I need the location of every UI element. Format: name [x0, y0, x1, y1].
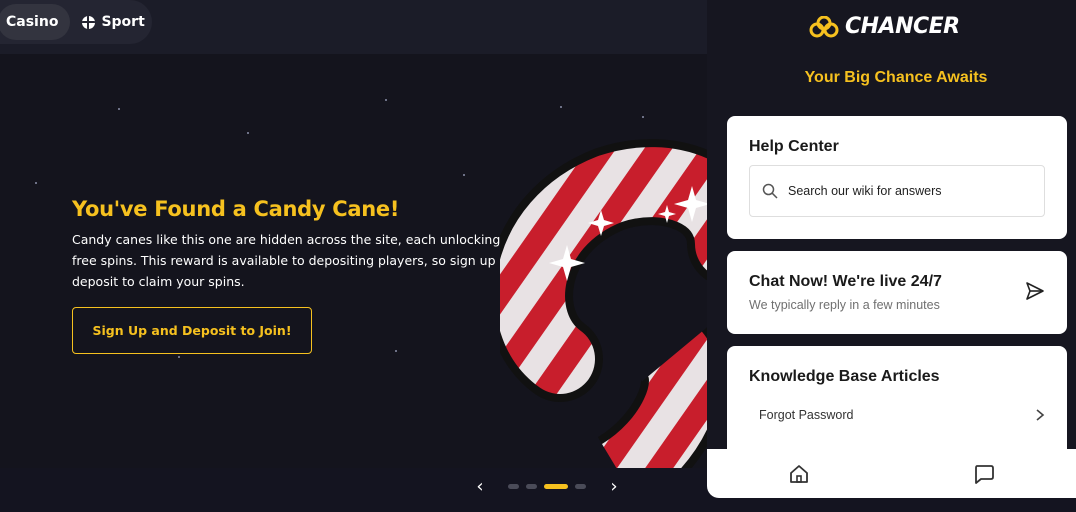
tagline: Your Big Chance Awaits: [804, 69, 988, 86]
carousel-dot[interactable]: [526, 483, 537, 489]
tab-casino[interactable]: Casino: [0, 4, 71, 40]
brand-logo: CHANCER: [809, 14, 960, 39]
tab-sport-label: Sport: [101, 14, 145, 30]
carousel-dot-active[interactable]: [544, 483, 568, 489]
knowledge-base-title: Knowledge Base Articles: [749, 368, 940, 385]
help-bottom-nav: [707, 449, 1076, 498]
chat-subtitle: We typically reply in a few minutes: [749, 298, 940, 312]
chat-bubble-icon: [974, 464, 994, 484]
hero-description: Candy canes like this one are hidden acr…: [72, 232, 524, 289]
kb-article-label: Forgot Password: [759, 408, 854, 422]
nav-tab-group: Casino Sport: [0, 0, 152, 44]
star-decoration: [178, 356, 180, 358]
star-decoration: [560, 106, 562, 108]
chat-now-card[interactable]: Chat Now! We're live 24/7 We typically r…: [727, 251, 1067, 334]
home-button[interactable]: [707, 449, 892, 498]
promo-banner: You've Found a Candy Cane! Candy canes l…: [0, 54, 707, 468]
carousel-dot[interactable]: [508, 483, 519, 489]
chevron-right-icon[interactable]: ›: [604, 476, 624, 497]
send-icon[interactable]: [1025, 281, 1045, 301]
help-center-title: Help Center: [749, 138, 839, 155]
carousel-dot[interactable]: [575, 483, 586, 489]
kb-article-item[interactable]: Forgot Password: [749, 402, 1045, 428]
help-panel: CHANCER Your Big Chance Awaits Help Cent…: [707, 0, 1076, 498]
star-decoration: [395, 350, 397, 352]
star-decoration: [385, 99, 387, 101]
chevron-right-icon: [1036, 409, 1045, 421]
tab-sport[interactable]: Sport: [70, 4, 158, 40]
search-icon: [762, 183, 778, 199]
basketball-icon: [82, 15, 96, 29]
signup-deposit-button[interactable]: Sign Up and Deposit to Join!: [72, 307, 312, 354]
carousel-dots: [508, 483, 586, 489]
clover-logo-icon: [809, 15, 839, 37]
carousel-pager: ‹ ›: [470, 476, 624, 497]
search-input[interactable]: [788, 184, 1028, 198]
messages-button[interactable]: [892, 449, 1076, 498]
candy-cane-illustration: [500, 139, 707, 468]
chevron-left-icon[interactable]: ‹: [470, 476, 490, 497]
home-icon: [790, 464, 809, 483]
star-decoration: [463, 174, 465, 176]
brand-name: CHANCER: [845, 14, 960, 39]
star-decoration: [118, 108, 120, 110]
hero-title: You've Found a Candy Cane!: [72, 197, 400, 221]
star-decoration: [247, 132, 249, 134]
chat-title: Chat Now! We're live 24/7: [749, 273, 942, 290]
top-nav-bar: Casino Sport: [0, 0, 707, 54]
search-box[interactable]: [749, 165, 1045, 217]
star-decoration: [35, 182, 37, 184]
knowledge-base-card: Knowledge Base Articles Forgot Password: [727, 346, 1067, 456]
tab-casino-label: Casino: [6, 14, 59, 30]
help-center-card: Help Center: [727, 116, 1067, 239]
